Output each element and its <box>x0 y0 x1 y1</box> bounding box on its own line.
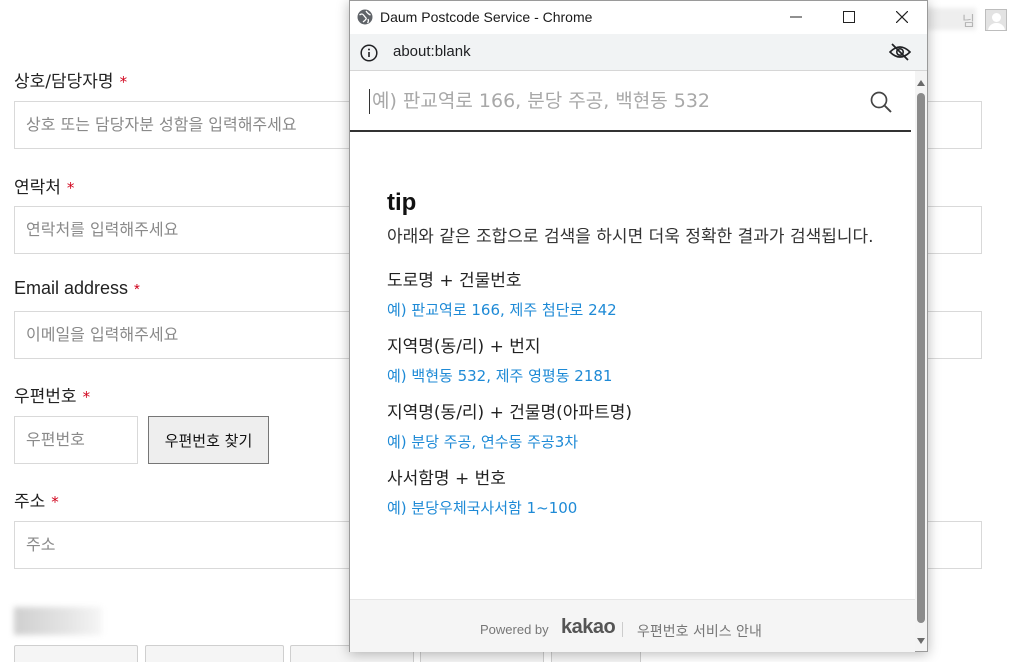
required-mark: * <box>82 388 91 406</box>
address-bar: about:blank <box>350 34 927 71</box>
zip-label: 우편번호 * <box>14 382 90 407</box>
phone-label-text: 연락처 <box>14 178 61 198</box>
postcode-popup-window: Daum Postcode Service - Chrome about:bla… <box>349 0 928 652</box>
info-icon[interactable] <box>360 44 378 62</box>
tip-item-example: 예) 분당우체국사서함 1~100 <box>387 499 578 517</box>
kakao-logo[interactable]: kakao <box>561 616 616 639</box>
tip-item-head: 지역명(동/리) + 번지 <box>387 337 541 357</box>
eye-off-icon[interactable] <box>889 43 911 61</box>
email-label-text: Email address <box>14 278 129 298</box>
search-input[interactable] <box>372 83 852 119</box>
url-text[interactable]: about:blank <box>393 43 471 60</box>
window-title: Daum Postcode Service - Chrome <box>380 9 593 25</box>
tip-item-example: 예) 분당 주공, 연수동 주공3차 <box>387 433 579 451</box>
required-mark: * <box>119 73 128 91</box>
zip-input[interactable]: 우편번호 <box>14 416 138 464</box>
tip-item: 지역명(동/리) + 번지 예) 백현동 532, 제주 영평동 2181 <box>387 334 877 389</box>
zip-label-text: 우편번호 <box>14 387 77 407</box>
footer-divider <box>622 622 623 637</box>
option-chip[interactable] <box>14 645 138 662</box>
scrollbar[interactable] <box>915 71 927 651</box>
popup-footer: Powered by kakao 우편번호 서비스 안내 <box>350 599 915 652</box>
close-icon <box>896 11 908 23</box>
scroll-up-arrow-icon[interactable] <box>917 80 925 86</box>
maximize-button[interactable] <box>826 1 872 34</box>
tip-description: 아래와 같은 조합으로 검색을 하시면 더욱 정확한 결과가 검색됩니다. <box>387 227 874 247</box>
required-mark: * <box>51 493 59 511</box>
avatar[interactable] <box>985 9 1007 31</box>
scroll-down-arrow-icon[interactable] <box>917 638 925 644</box>
tip-item-example: 예) 백현동 532, 제주 영평동 2181 <box>387 367 613 385</box>
text-caret <box>369 89 370 114</box>
tip-item-head: 지역명(동/리) + 건물명(아파트명) <box>387 403 632 423</box>
minimize-button[interactable] <box>773 1 819 34</box>
tip-section: tip 아래와 같은 조합으로 검색을 하시면 더욱 정확한 결과가 검색됩니다… <box>387 189 877 532</box>
tip-item: 지역명(동/리) + 건물명(아파트명) 예) 분당 주공, 연수동 주공3차 <box>387 400 877 455</box>
option-chip[interactable] <box>145 645 284 662</box>
email-label: Email address * <box>14 278 140 299</box>
required-mark: * <box>66 179 75 197</box>
minimize-icon <box>790 16 802 18</box>
tip-item: 사서함명 + 번호 예) 분당우체국사서함 1~100 <box>387 466 877 521</box>
blurred-label <box>14 607 102 635</box>
service-guide-link[interactable]: 우편번호 서비스 안내 <box>637 621 762 641</box>
title-bar[interactable]: Daum Postcode Service - Chrome <box>350 1 927 34</box>
user-suffix: 님 <box>962 14 975 30</box>
search-icon[interactable] <box>870 91 892 113</box>
address-label: 주소 * <box>14 487 59 512</box>
address-label-text: 주소 <box>14 492 46 512</box>
find-zip-button[interactable]: 우편번호 찾기 <box>148 416 269 464</box>
maximize-icon <box>843 11 855 23</box>
scrollbar-thumb[interactable] <box>917 93 925 623</box>
tip-item-head: 도로명 + 건물번호 <box>387 271 522 291</box>
tip-item-example: 예) 판교역로 166, 제주 첨단로 242 <box>387 301 617 319</box>
powered-by-text: Powered by <box>480 622 549 637</box>
tip-item-head: 사서함명 + 번호 <box>387 469 506 489</box>
close-button[interactable] <box>879 1 925 34</box>
globe-icon <box>357 9 373 25</box>
tip-title: tip <box>387 189 417 216</box>
required-mark: * <box>134 281 140 298</box>
company-label: 상호/담당자명 * <box>14 67 127 92</box>
tip-item: 도로명 + 건물번호 예) 판교역로 166, 제주 첨단로 242 <box>387 268 877 323</box>
phone-label: 연락처 * <box>14 173 74 198</box>
company-label-text: 상호/담당자명 <box>14 72 114 92</box>
search-box <box>350 71 911 132</box>
postcode-content: tip 아래와 같은 조합으로 검색을 하시면 더욱 정확한 결과가 검색됩니다… <box>350 71 915 601</box>
